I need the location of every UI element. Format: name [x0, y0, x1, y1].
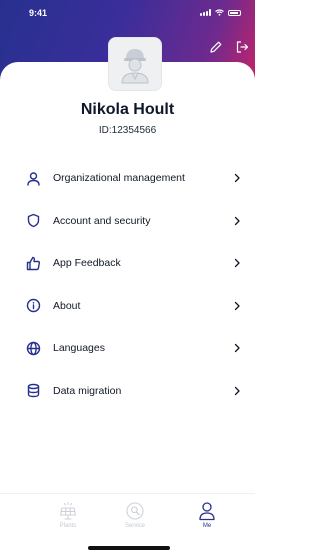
- menu-item-about[interactable]: About: [0, 285, 255, 328]
- wifi-icon: [215, 9, 224, 16]
- status-icons: [200, 9, 241, 16]
- solar-panel-icon: [59, 501, 77, 520]
- menu-item-account-and-security[interactable]: Account and security: [0, 200, 255, 243]
- edit-icon[interactable]: [209, 40, 223, 54]
- bottom-tab-bar: Plants Service Me: [0, 493, 255, 553]
- tab-service[interactable]: Service: [110, 501, 160, 529]
- menu-item-app-feedback[interactable]: App Feedback: [0, 242, 255, 285]
- logout-icon[interactable]: [235, 40, 249, 54]
- person-icon: [27, 172, 40, 186]
- tab-label: Me: [202, 523, 212, 529]
- home-indicator: [88, 546, 170, 550]
- chevron-right-icon: [234, 301, 240, 310]
- menu-item-label: Organizational management: [53, 172, 185, 185]
- signal-icon: [200, 9, 211, 16]
- wrench-icon: [126, 502, 144, 520]
- chevron-right-icon: [234, 174, 240, 183]
- chevron-right-icon: [234, 344, 240, 353]
- avatar[interactable]: [108, 37, 162, 91]
- shield-icon: [27, 214, 40, 228]
- app-screen: 9:41 Nikola Hoult ID:12354566 Organizati…: [0, 0, 255, 553]
- tab-me[interactable]: Me: [182, 501, 232, 529]
- menu-item-label: About: [53, 299, 81, 312]
- thumbs-up-icon: [26, 256, 41, 270]
- globe-icon: [26, 341, 41, 355]
- tab-plants[interactable]: Plants: [43, 501, 93, 529]
- settings-menu: Organizational management Account and se…: [0, 157, 255, 412]
- menu-item-label: Account and security: [53, 214, 151, 227]
- menu-item-data-migration[interactable]: Data migration: [0, 370, 255, 413]
- tab-label: Plants: [59, 523, 77, 529]
- battery-icon: [228, 9, 241, 16]
- menu-item-organizational-management[interactable]: Organizational management: [0, 157, 255, 200]
- chevron-right-icon: [234, 216, 240, 225]
- status-time: 9:41: [29, 8, 48, 18]
- chevron-right-icon: [234, 259, 240, 268]
- menu-item-label: Data migration: [53, 384, 122, 397]
- header-actions: [209, 40, 249, 54]
- menu-item-languages[interactable]: Languages: [0, 327, 255, 370]
- menu-item-label: App Feedback: [53, 257, 121, 270]
- person-icon: [199, 502, 215, 521]
- chevron-right-icon: [234, 386, 240, 395]
- info-icon: [26, 299, 41, 313]
- profile-name: Nikola Hoult: [80, 101, 175, 118]
- profile-id: ID:12354566: [98, 125, 157, 136]
- status-bar: 9:41: [0, 0, 255, 32]
- tab-label: Service: [124, 523, 145, 529]
- worker-avatar-icon: [121, 49, 149, 84]
- database-icon: [27, 384, 40, 398]
- menu-item-label: Languages: [53, 342, 105, 355]
